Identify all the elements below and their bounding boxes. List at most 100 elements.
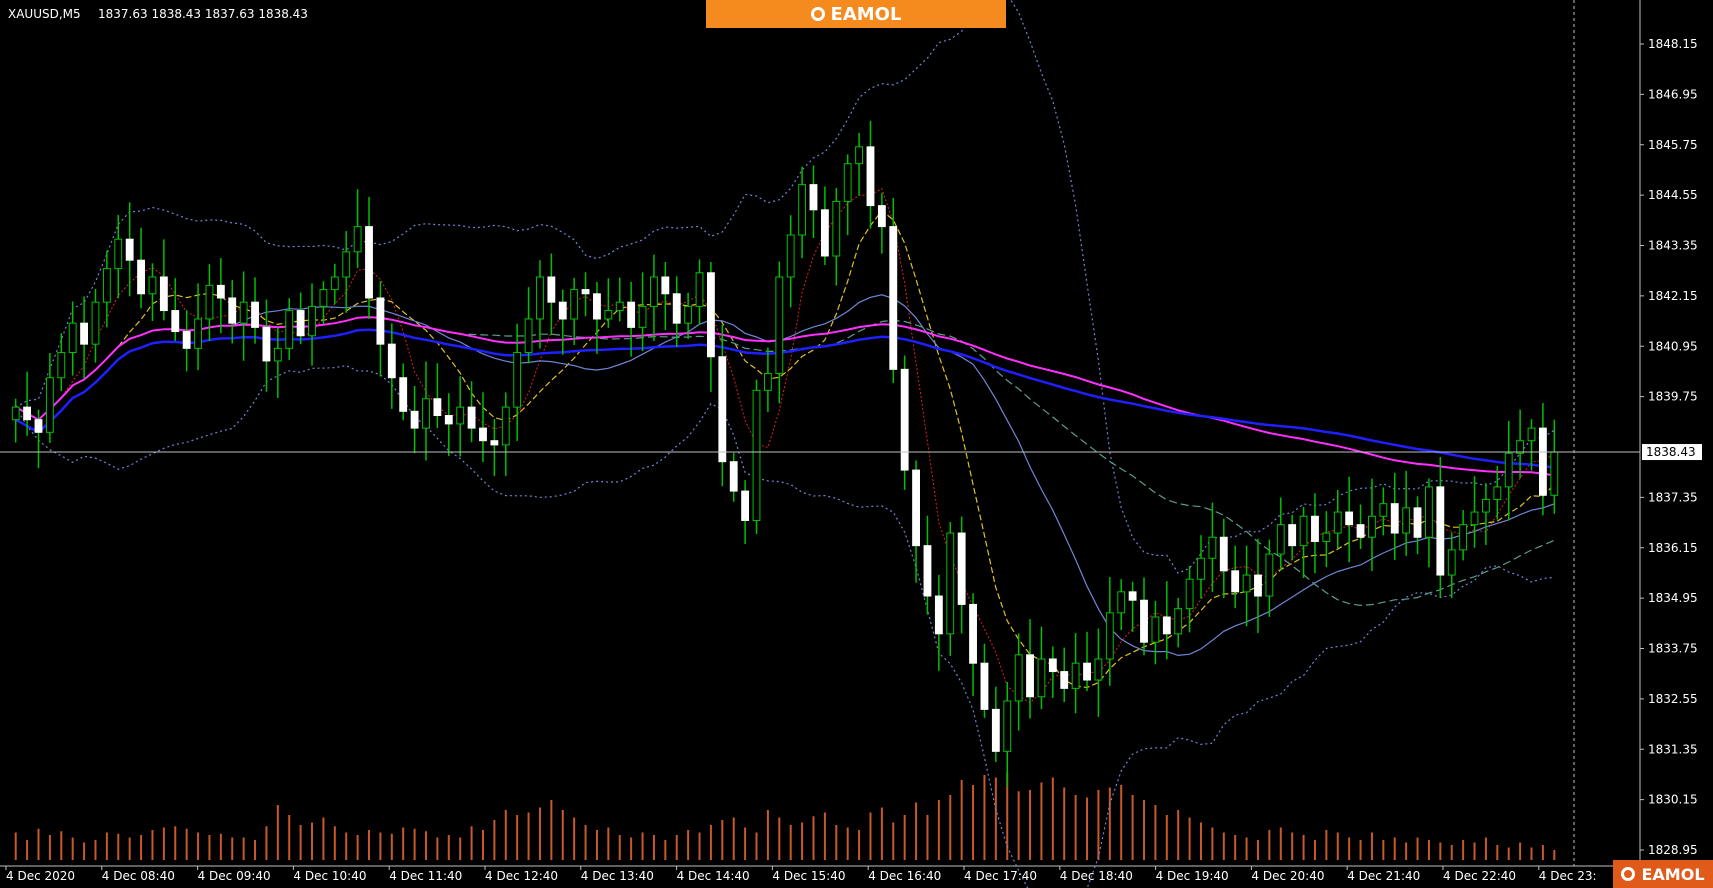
candle-body [114, 238, 123, 270]
candle-body [228, 297, 237, 324]
candle-body [820, 209, 829, 257]
time-tick-label: 4 Dec 2020 [6, 869, 75, 883]
time-tick-label: 4 Dec 18:40 [1060, 869, 1133, 883]
time-tick-label: 4 Dec 08:40 [102, 869, 175, 883]
brand-text-bottom: EAMOL [1641, 864, 1705, 884]
candle-body [1447, 549, 1456, 576]
candle-body [1482, 498, 1490, 513]
current-price-label: 1838.43 [1646, 445, 1696, 459]
candle-body [1140, 599, 1148, 643]
candle-body [1231, 570, 1240, 593]
candle-body [490, 440, 499, 446]
time-axis: 4 Dec 2020 4 Dec 08:40 4 Dec 09:40 4 Dec 10… [5, 866, 1597, 883]
price-tick-label: 1830.15 [1648, 793, 1698, 807]
price-tick-label: 1846.95 [1648, 87, 1698, 101]
candle-body [467, 406, 476, 429]
candle-body [684, 305, 693, 324]
candle-body [1516, 440, 1525, 454]
candle-body [399, 377, 408, 412]
candle-body [900, 368, 909, 471]
candle-body [23, 406, 32, 421]
candle-body [969, 603, 977, 664]
candle-body [695, 272, 704, 307]
ma-long-line [15, 316, 1555, 607]
candle-body [11, 406, 20, 421]
brand-banner-bottom: EAMOL [1613, 860, 1713, 888]
candle-body [91, 301, 100, 345]
candle-body [239, 301, 248, 324]
candle-body [1014, 654, 1023, 702]
candle-body [1276, 524, 1285, 555]
candle-body [615, 301, 624, 312]
candle-body [205, 284, 214, 320]
candle-body [513, 352, 522, 408]
candle-body [581, 289, 590, 295]
time-tick-label: 4 Dec 21:40 [1347, 869, 1420, 883]
candle-body [991, 708, 1000, 752]
moving-averages [15, 188, 1555, 704]
candle-body [182, 331, 191, 349]
candle-body [501, 406, 510, 446]
price-tick-label: 1834.95 [1648, 591, 1698, 605]
candle-body [273, 347, 282, 362]
candle-body [536, 276, 544, 320]
candle-body [1060, 671, 1069, 689]
candle-body [1333, 511, 1342, 534]
candle-body [957, 532, 966, 605]
candle-body [980, 662, 989, 710]
time-tick-label: 4 Dec 11:40 [389, 869, 462, 883]
brand-logo-icon-small [1621, 867, 1636, 881]
candle-body [45, 377, 54, 433]
candle-body [1026, 654, 1034, 698]
candle-body [1493, 486, 1502, 500]
candle-body [102, 268, 111, 303]
time-tick-label: 4 Dec 12:40 [485, 869, 558, 883]
candle-body [1219, 536, 1228, 572]
candle-body [707, 272, 715, 358]
candle-body [843, 163, 852, 202]
candle-body [1425, 486, 1433, 538]
candle-body [786, 234, 795, 278]
candlesticks [11, 120, 1559, 787]
candle-body [1048, 658, 1057, 673]
time-tick-label: 4 Dec 20:40 [1251, 869, 1324, 883]
price-tick-label: 1836.15 [1648, 541, 1698, 555]
candle-body [934, 595, 943, 635]
candle-body [741, 490, 750, 521]
price-tick-label: 1833.75 [1648, 642, 1698, 656]
candle-body [251, 301, 259, 328]
price-tick-label: 1848.15 [1648, 37, 1698, 51]
candle-body [353, 226, 362, 253]
time-tick-label: 4 Dec 17:40 [964, 869, 1037, 883]
candle-body [1311, 515, 1319, 542]
candle-body [422, 398, 430, 429]
time-tick-label: 4 Dec 09:40 [198, 869, 271, 883]
candle-body [387, 343, 396, 379]
candle-body [1242, 574, 1251, 593]
candle-body [524, 318, 533, 354]
time-tick-label: 4 Dec 13:40 [581, 869, 654, 883]
candle-body [593, 293, 601, 320]
ma-medium-line [15, 209, 1555, 689]
time-tick-label: 4 Dec 16:40 [868, 869, 941, 883]
candle-body [479, 427, 487, 442]
price-tick-label: 1840.95 [1648, 339, 1698, 353]
brand-text-top: EAMOL [830, 3, 902, 25]
candle-body [296, 310, 305, 337]
candle-body [1527, 427, 1536, 442]
candle-body [285, 310, 294, 349]
candle-body [1208, 536, 1217, 559]
candle-body [1379, 503, 1388, 517]
ma-slow-line [15, 294, 1555, 657]
candle-body [832, 200, 841, 257]
candle-body [1071, 662, 1080, 689]
price-chart[interactable]: 1838.43 1848.15 1846.95 1845.75 1844.55 1843… [0, 0, 1713, 888]
candle-body [68, 322, 77, 354]
candle-body [80, 322, 89, 345]
candle-body [866, 146, 875, 207]
candle-body [627, 301, 636, 328]
candle-body [216, 284, 225, 299]
candle-body [57, 352, 66, 379]
candle-body [672, 293, 681, 324]
candle-body [775, 276, 784, 375]
